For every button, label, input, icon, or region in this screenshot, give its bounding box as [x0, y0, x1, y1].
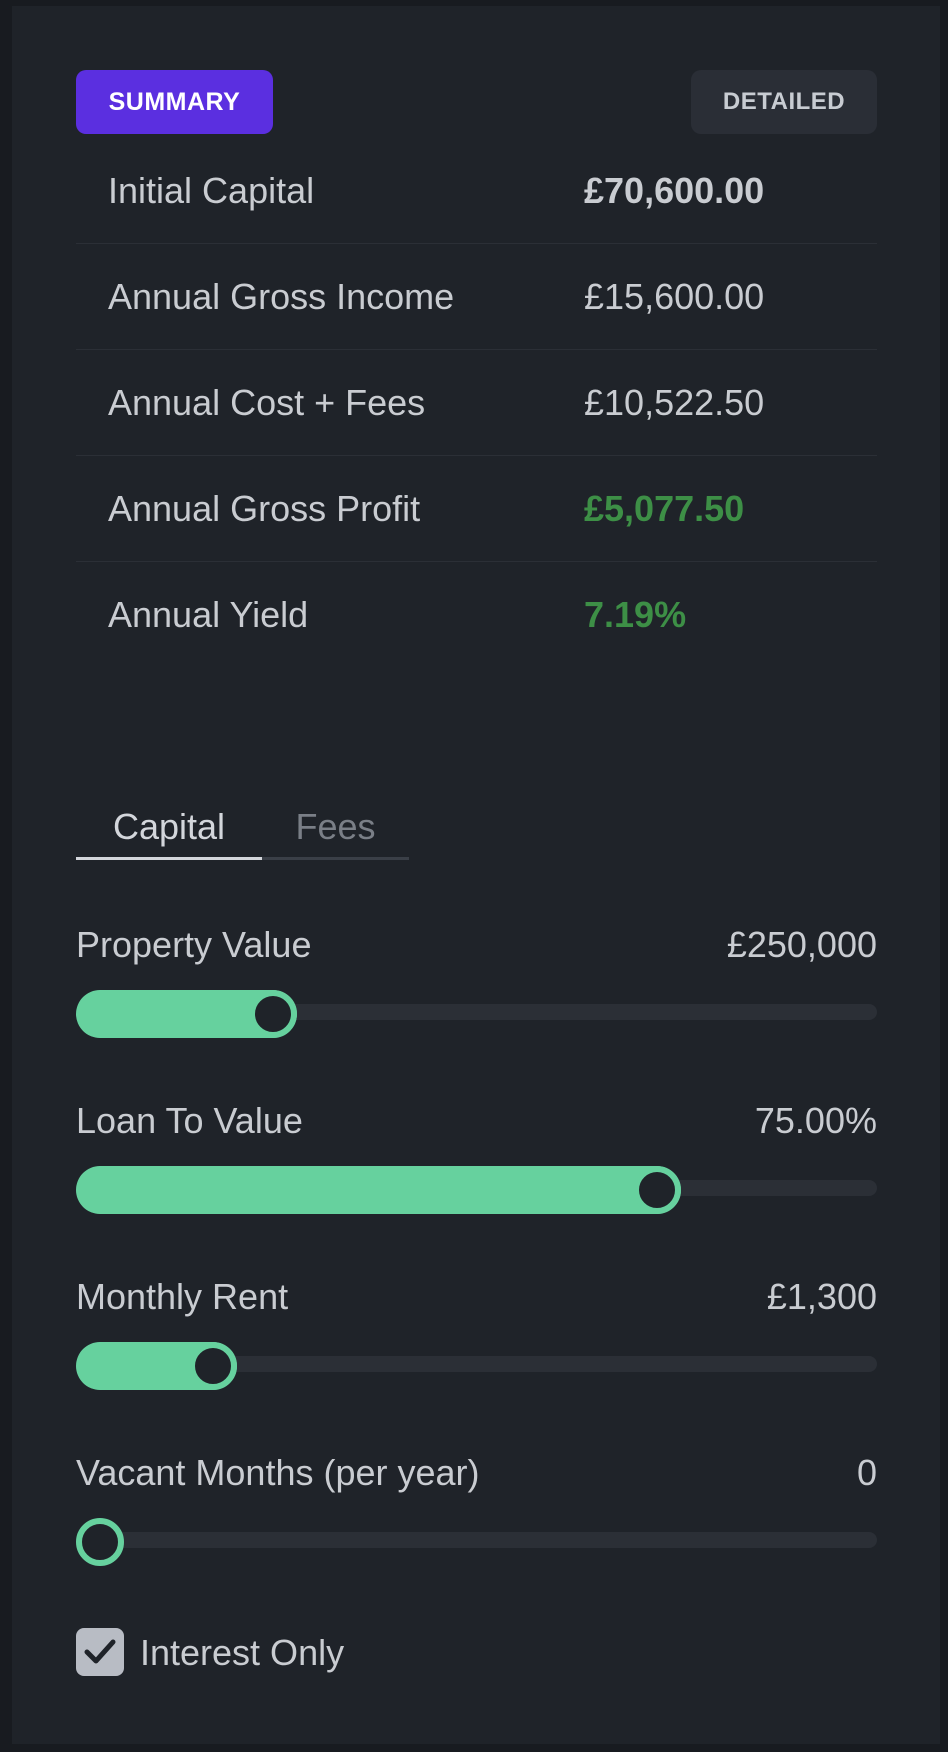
slider-value: £1,300	[766, 1276, 877, 1317]
slider-thumb[interactable]	[76, 1518, 124, 1566]
slider-track[interactable]	[76, 1532, 877, 1548]
slider-value: 75.00%	[754, 1100, 877, 1141]
slider-fill	[76, 1166, 682, 1214]
check-icon	[84, 1639, 116, 1664]
slider-thumb[interactable]	[633, 1166, 682, 1214]
detailed-button[interactable]: DETAILED	[691, 70, 877, 134]
row-value: £10,522.50	[584, 381, 765, 423]
view-toggle: SUMMARY DETAILED	[76, 70, 877, 134]
summary-row-annual-cost-fees: Annual Cost + Fees £10,522.50	[76, 350, 877, 456]
summary-table: Initial Capital £70,600.00 Annual Gross …	[76, 138, 877, 668]
row-value: £15,600.00	[584, 275, 765, 317]
slider-thumb[interactable]	[249, 990, 298, 1038]
interest-only-checkbox[interactable]	[76, 1628, 124, 1676]
slider-label: Vacant Months (per year)	[76, 1452, 480, 1493]
slider-thumb[interactable]	[188, 1342, 237, 1390]
interest-only-label: Interest Only	[140, 1632, 345, 1673]
slider-vacant-months: Vacant Months (per year) 0	[76, 1452, 877, 1566]
row-label: Annual Cost + Fees	[108, 381, 426, 423]
tab-fees[interactable]: Fees	[262, 788, 409, 860]
slider-label: Loan To Value	[76, 1100, 303, 1141]
row-label: Initial Capital	[108, 169, 315, 211]
summary-row-annual-gross-profit: Annual Gross Profit £5,077.50	[76, 456, 877, 562]
row-value: £5,077.50	[584, 487, 745, 529]
tab-capital[interactable]: Capital	[76, 788, 262, 860]
row-value: 7.19%	[584, 594, 687, 635]
summary-row-annual-yield: Annual Yield 7.19%	[76, 562, 877, 668]
calculator-panel: SUMMARY DETAILED Initial Capital £70,600…	[12, 6, 940, 1744]
slider-property-value: Property Value £250,000	[76, 924, 877, 1038]
summary-row-annual-gross-income: Annual Gross Income £15,600.00	[76, 244, 877, 350]
slider-value: £250,000	[726, 924, 877, 965]
slider-value: 0	[856, 1452, 877, 1493]
row-label: Annual Gross Income	[108, 275, 455, 317]
slider-loan-to-value: Loan To Value 75.00%	[76, 1100, 877, 1214]
slider-label: Monthly Rent	[76, 1276, 289, 1317]
slider-label: Property Value	[76, 924, 312, 965]
summary-row-initial-capital: Initial Capital £70,600.00	[76, 138, 877, 244]
interest-only-option: Interest Only	[76, 1628, 476, 1678]
summary-button[interactable]: SUMMARY	[76, 70, 273, 134]
slider-monthly-rent: Monthly Rent £1,300	[76, 1276, 877, 1390]
row-value: £70,600.00	[584, 169, 765, 211]
tab-bar: Capital Fees	[76, 788, 409, 860]
row-label: Annual Yield	[108, 594, 309, 635]
row-label: Annual Gross Profit	[108, 487, 421, 529]
